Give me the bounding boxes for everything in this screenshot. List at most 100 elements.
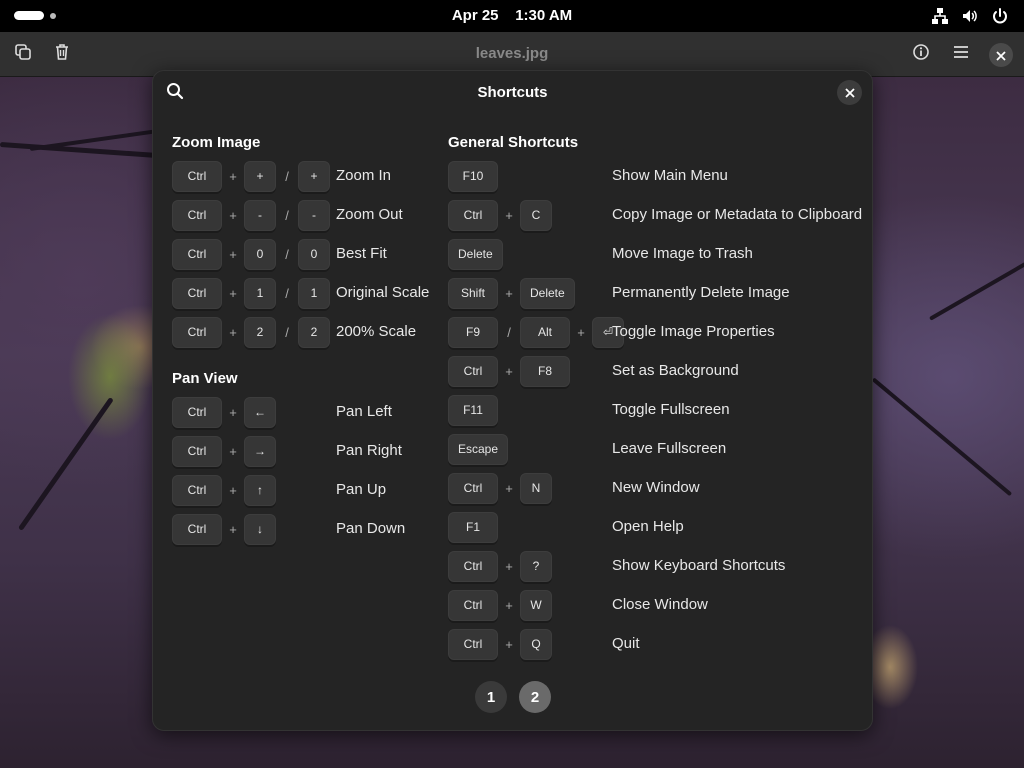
key-combo: Ctrl + → <box>172 435 276 467</box>
shortcut-row: Ctrl + ↓ <box>172 513 276 545</box>
keycap: Ctrl <box>448 628 498 660</box>
close-icon <box>844 83 855 102</box>
keycap: Shift <box>448 277 498 309</box>
key-combo: Ctrl + F8 <box>448 355 570 387</box>
key-combo: F1 <box>448 511 498 543</box>
system-tray[interactable] <box>930 6 1010 26</box>
dialog-close-button[interactable] <box>837 80 862 105</box>
key-separator-plus: + <box>229 443 237 459</box>
key-separator-plus: + <box>229 482 237 498</box>
key-combo: Ctrl + Q <box>448 628 552 660</box>
keycap: 1 <box>298 277 330 309</box>
system-top-bar: Apr 25 1:30 AM <box>0 0 1024 32</box>
shortcut-row: Ctrl + - / - <box>172 199 330 231</box>
keycap: Ctrl <box>172 160 222 192</box>
shortcut-row: Ctrl + ↑ <box>172 474 276 506</box>
keycap: C <box>520 199 552 231</box>
shortcut-description: 200% Scale <box>336 323 417 340</box>
shortcut-description: Open Help <box>612 518 684 535</box>
keycap: Ctrl <box>172 277 222 309</box>
key-combo: Ctrl + + / + <box>172 160 330 192</box>
section-title-general: General Shortcuts <box>448 134 579 151</box>
shortcut-row: Escape <box>448 433 509 465</box>
key-separator-plus: + <box>577 324 585 340</box>
keycap: Ctrl <box>448 199 498 231</box>
shortcut-row: Delete <box>448 238 503 270</box>
page-button-2[interactable]: 2 <box>519 681 551 713</box>
key-separator-plus: + <box>505 636 513 652</box>
keycap: F1 <box>448 511 498 543</box>
trash-icon <box>53 43 71 65</box>
shortcut-row: Shift + Delete <box>448 277 575 309</box>
key-combo: Ctrl +1 / 1 <box>172 277 330 309</box>
shortcut-description: Leave Fullscreen <box>612 440 727 457</box>
window-title: leaves.jpg <box>475 45 549 62</box>
activities-indicator[interactable] <box>14 11 56 20</box>
key-separator-plus: + <box>229 521 237 537</box>
shortcut-row: F9/Alt + ⏎ <box>448 316 624 348</box>
keycap: + <box>298 160 330 192</box>
shortcut-description: Permanently Delete Image <box>612 284 790 301</box>
dialog-title: Shortcuts <box>477 84 548 101</box>
keycap: F10 <box>448 160 498 192</box>
key-combo: Ctrl + W <box>448 589 552 621</box>
shortcut-description: Close Window <box>612 596 708 613</box>
key-separator-or: / <box>507 324 511 340</box>
shortcut-description: Show Main Menu <box>612 167 728 184</box>
key-separator-plus: + <box>229 207 237 223</box>
keycap: Ctrl <box>448 589 498 621</box>
shortcut-row: Ctrl +? <box>448 550 552 582</box>
network-icon[interactable] <box>930 6 950 26</box>
section-title-pan: Pan View <box>172 370 238 387</box>
keycap: F9 <box>448 316 498 348</box>
shortcut-row: Ctrl + C <box>448 199 552 231</box>
clock-time[interactable]: 1:30 AM <box>515 7 572 24</box>
key-separator-plus: + <box>229 404 237 420</box>
close-icon <box>996 46 1006 65</box>
key-combo: F9/Alt + ⏎ <box>448 316 624 348</box>
key-separator-plus: + <box>505 285 513 301</box>
key-combo: Delete <box>448 238 503 270</box>
power-icon[interactable] <box>990 6 1010 26</box>
keycap: 0 <box>298 238 330 270</box>
key-combo: Ctrl + ← <box>172 396 276 428</box>
shortcut-description: Toggle Fullscreen <box>612 401 730 418</box>
keycap: Delete <box>448 238 503 270</box>
workspace-active-pill <box>14 11 44 20</box>
keycap: Ctrl <box>448 472 498 504</box>
shortcut-description: Pan Up <box>336 481 387 498</box>
shortcut-description: Pan Right <box>336 442 402 459</box>
key-separator-plus: + <box>505 363 513 379</box>
keycap: 0 <box>244 238 276 270</box>
shortcut-row: Ctrl +2 / 2 <box>172 316 330 348</box>
key-separator-plus: + <box>505 480 513 496</box>
shortcut-row: Ctrl + → <box>172 435 276 467</box>
page-switcher: 1 2 <box>475 681 551 713</box>
keycap: 1 <box>244 277 276 309</box>
key-combo: F10 <box>448 160 498 192</box>
volume-icon[interactable] <box>960 6 980 26</box>
keycap: ↑ <box>244 474 276 506</box>
key-separator-plus: + <box>229 285 237 301</box>
main-menu-button[interactable] <box>946 39 976 69</box>
clock-date[interactable]: Apr 25 <box>452 7 499 24</box>
copy-icon <box>14 43 32 65</box>
shortcut-description: Zoom In <box>336 167 392 184</box>
keycap: F8 <box>520 355 570 387</box>
keycap: W <box>520 589 552 621</box>
copy-button[interactable] <box>8 39 38 69</box>
keycap: Escape <box>448 433 509 465</box>
trash-button[interactable] <box>47 39 77 69</box>
shortcut-row: Ctrl + + / + <box>172 160 330 192</box>
page-button-1[interactable]: 1 <box>475 681 507 713</box>
key-combo: Ctrl + ↓ <box>172 513 276 545</box>
keycap: Alt <box>520 316 570 348</box>
info-button[interactable] <box>906 39 936 69</box>
keycap: 2 <box>298 316 330 348</box>
workspace-dot <box>50 12 56 19</box>
keycap: N <box>520 472 552 504</box>
keycap: Ctrl <box>172 316 222 348</box>
keycap: Ctrl <box>172 513 222 545</box>
window-close-button[interactable] <box>989 43 1013 67</box>
keycap: Ctrl <box>172 435 222 467</box>
